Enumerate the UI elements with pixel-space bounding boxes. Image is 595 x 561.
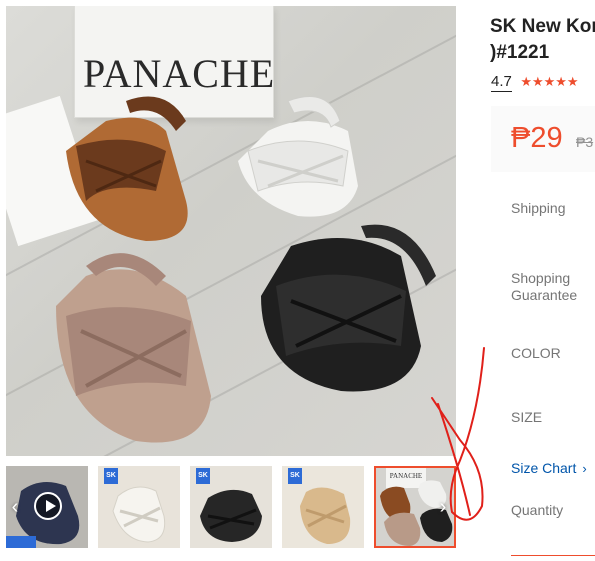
quantity-label: Quantity <box>511 502 564 518</box>
thumbnail-4[interactable]: SK <box>282 466 364 548</box>
thumbnail-bag-text: PANACHE <box>389 472 423 480</box>
play-icon[interactable] <box>34 492 62 520</box>
rating-value[interactable]: 4.7 <box>491 73 512 92</box>
product-title-line2: )#1221 <box>490 42 550 63</box>
white-sandal <box>238 96 358 217</box>
size-chart-text[interactable]: Size Chart <box>511 460 576 476</box>
brand-badge: SK <box>104 468 118 484</box>
rating-row[interactable]: 4.7 ★★★★★ <box>491 73 579 93</box>
color-label: COLOR <box>511 345 561 361</box>
thumbnail-video[interactable]: ‹ <box>6 466 88 548</box>
chevron-left-icon[interactable]: ‹ <box>6 496 26 518</box>
guarantee-line2: Guarantee <box>511 287 578 303</box>
product-title-line1: SK New Kor <box>490 16 595 37</box>
thumbnail-3[interactable]: SK <box>190 466 272 548</box>
size-chart-link[interactable]: Size Chart › <box>511 460 587 476</box>
main-product-image[interactable]: PANACHE <box>6 6 456 456</box>
quantity-input-top-edge[interactable] <box>511 555 595 561</box>
original-price: ₱3 <box>576 134 594 150</box>
brown-sandal <box>66 96 188 241</box>
chevron-right-icon[interactable]: › <box>432 496 454 518</box>
price-box: ₱29 ₱3 <box>491 106 595 172</box>
thumbnail-strip: ‹ SK SK SK PANACHE › <box>6 466 456 548</box>
shipping-label: Shipping <box>511 200 566 216</box>
product-title: SK New Kor )#1221 <box>490 14 595 66</box>
black-sandal <box>261 224 436 392</box>
thumbnail-5-selected[interactable]: PANACHE › <box>374 466 456 548</box>
current-price: ₱29 <box>511 122 563 154</box>
brand-badge: SK <box>196 468 210 484</box>
star-rating-icons: ★★★★★ <box>520 74 579 89</box>
shopping-guarantee-label: Shopping Guarantee <box>511 270 577 304</box>
size-label: SIZE <box>511 409 543 425</box>
brand-badge: SK <box>288 468 302 484</box>
taupe-sandal <box>56 253 211 443</box>
guarantee-line1: Shopping <box>511 270 571 286</box>
thumbnail-2[interactable]: SK <box>98 466 180 548</box>
chevron-right-icon: › <box>582 461 587 476</box>
bag-brand-text: PANACHE <box>83 51 276 96</box>
